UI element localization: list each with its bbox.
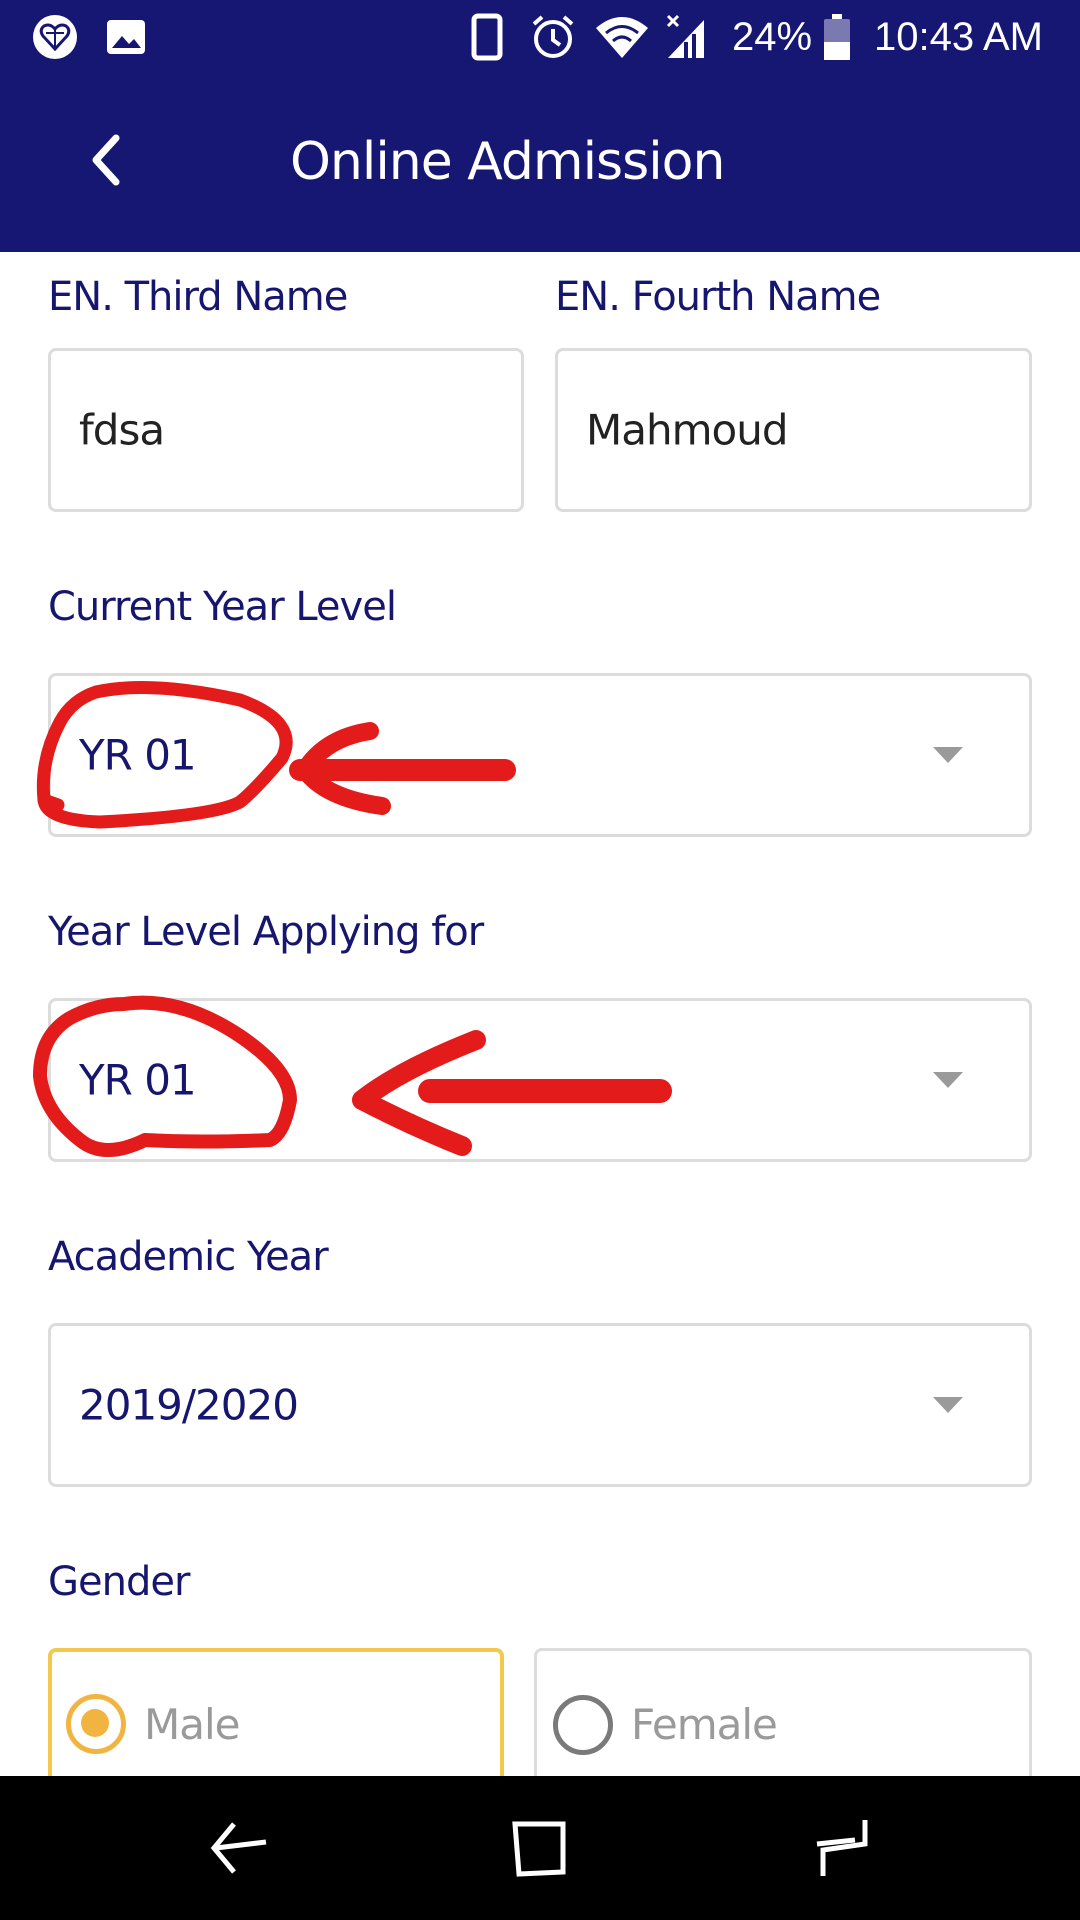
current-year-level-label: Current Year Level [48,584,397,630]
year-level-applying-value: YR 01 [79,1055,197,1105]
year-level-applying-select[interactable]: YR 01 [48,998,1032,1162]
chevron-left-icon[interactable] [82,130,132,190]
gender-option-female[interactable]: Female [534,1648,1032,1788]
radio-unselected-icon [553,1695,613,1755]
gender-label: Gender [48,1559,190,1605]
year-level-applying-label: Year Level Applying for [48,909,484,955]
signal-icon [666,14,704,58]
clock: 10:43 AM [874,15,1044,59]
app-header: 24% 10:43 AM Online Admission [0,0,1080,252]
back-nav-icon[interactable] [196,1806,286,1890]
page-title: Online Admission [290,132,725,192]
fourth-name-value: Mahmoud [586,405,788,455]
fourth-name-label: EN. Fourth Name [555,274,881,320]
dropdown-caret-icon [933,1397,963,1413]
home-nav-icon[interactable] [795,1806,885,1890]
phone-icon [471,13,503,61]
gender-option-male[interactable]: Male [48,1648,504,1788]
gender-male-label: Male [144,1700,240,1749]
system-navigation-bar [0,1776,1080,1920]
heart-app-icon [33,15,77,59]
academic-year-select[interactable]: 2019/2020 [48,1323,1032,1487]
status-bar: 24% 10:43 AM [0,0,1080,74]
third-name-value: fdsa [79,405,165,455]
radio-dot [81,1709,109,1737]
gender-female-label: Female [631,1700,778,1749]
dropdown-caret-icon [933,1072,963,1088]
academic-year-label: Academic Year [48,1234,329,1280]
wifi-icon [596,17,648,58]
radio-selected-icon [66,1694,126,1754]
third-name-input[interactable]: fdsa [48,348,524,512]
battery-icon [824,14,850,60]
dropdown-caret-icon [933,747,963,763]
battery-percentage: 24% [732,15,813,59]
gallery-icon [107,20,145,54]
academic-year-value: 2019/2020 [79,1380,299,1430]
recents-nav-icon[interactable] [495,1806,585,1890]
third-name-label: EN. Third Name [48,274,348,320]
current-year-level-select[interactable]: YR 01 [48,673,1032,837]
alarm-icon [532,15,574,58]
current-year-level-value: YR 01 [79,730,197,780]
fourth-name-input[interactable]: Mahmoud [555,348,1032,512]
